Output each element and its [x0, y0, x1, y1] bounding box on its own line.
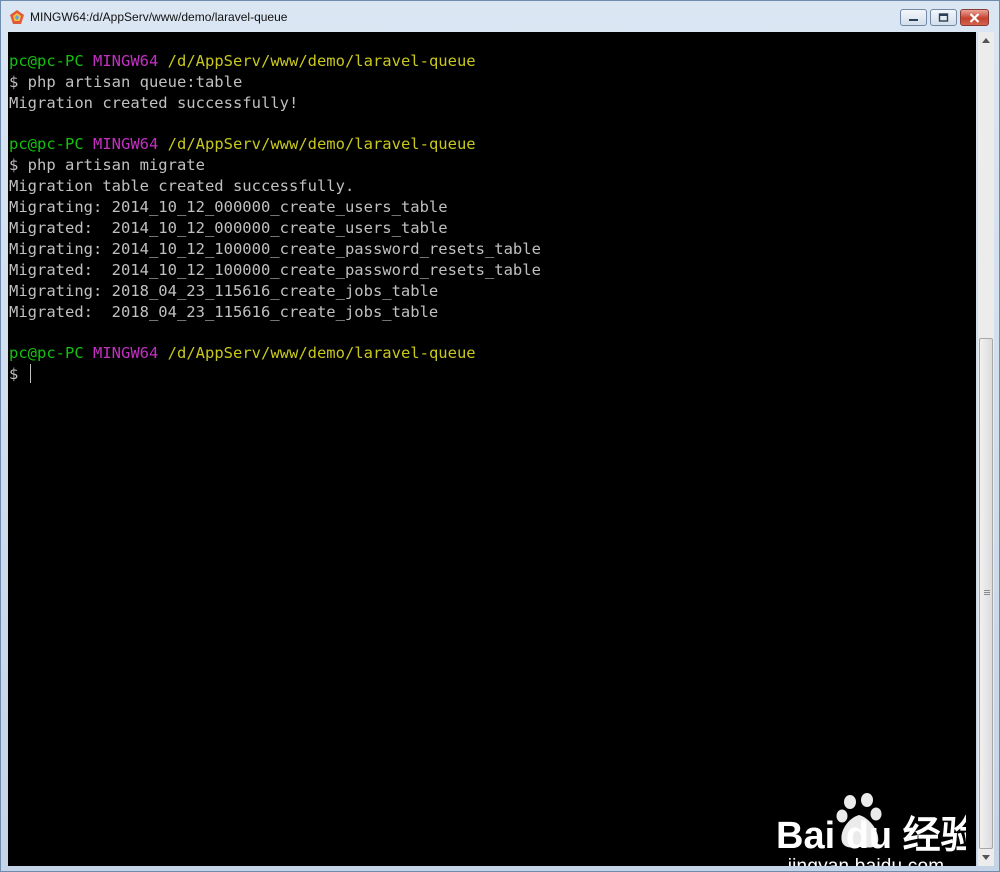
prompt-line: pc@pc-PC MINGW64 /d/AppServ/www/demo/lar… [9, 51, 476, 72]
prompt-path: /d/AppServ/www/demo/laravel-queue [167, 52, 476, 70]
thumb-grip [984, 594, 990, 595]
baidu-logo: Bai du 经验 [776, 793, 966, 856]
output-line: Migrating: 2014_10_12_000000_create_user… [9, 198, 448, 216]
arrow-down-icon [982, 855, 990, 860]
watermark-url: jingyan.baidu.com [776, 856, 956, 866]
thumb-grip [984, 590, 990, 591]
prompt-user-host: pc@pc-PC [9, 52, 84, 70]
prompt-system: MINGW64 [93, 135, 159, 153]
output-line: Migrating: 2018_04_23_115616_create_jobs… [9, 282, 439, 300]
output-line: Migrating: 2014_10_12_100000_create_pass… [9, 240, 541, 258]
thumb-grip [984, 592, 990, 593]
terminal-window: MINGW64:/d/AppServ/www/demo/laravel-queu… [0, 0, 1000, 872]
output-line: Migration created successfully! [9, 94, 299, 112]
title-bar[interactable]: MINGW64:/d/AppServ/www/demo/laravel-queu… [1, 1, 999, 33]
output-line: Migrated: 2014_10_12_100000_create_passw… [9, 261, 541, 279]
prompt-line: pc@pc-PC MINGW64 /d/AppServ/www/demo/lar… [9, 134, 476, 155]
maximize-icon [938, 13, 949, 22]
window-title: MINGW64:/d/AppServ/www/demo/laravel-queu… [30, 10, 288, 24]
prompt-user-host: pc@pc-PC [9, 135, 84, 153]
terminal-output[interactable]: pc@pc-PC MINGW64 /d/AppServ/www/demo/lar… [8, 32, 976, 866]
scrollbar-thumb[interactable] [979, 338, 993, 849]
arrow-up-icon [982, 38, 990, 43]
command-prompt: $ [9, 365, 28, 383]
scroll-down-button[interactable] [978, 849, 994, 866]
command-line: $ php artisan queue:table [9, 73, 243, 91]
close-icon [969, 12, 980, 23]
close-button[interactable] [960, 9, 989, 26]
output-line: Migrated: 2014_10_12_000000_create_users… [9, 219, 448, 237]
command-line: $ php artisan migrate [9, 156, 205, 174]
maximize-button[interactable] [930, 9, 957, 26]
output-line: Migration table created successfully. [9, 177, 355, 195]
svg-text:Bai du 经验: Bai du 经验 [776, 815, 966, 856]
minimize-icon [909, 19, 918, 21]
prompt-system: MINGW64 [93, 52, 159, 70]
prompt-line: pc@pc-PC MINGW64 /d/AppServ/www/demo/lar… [9, 343, 476, 364]
prompt-user-host: pc@pc-PC [9, 344, 84, 362]
prompt-system: MINGW64 [93, 344, 159, 362]
minimize-button[interactable] [900, 9, 927, 26]
scroll-up-button[interactable] [978, 32, 994, 49]
vertical-scrollbar[interactable] [977, 32, 994, 866]
active-command-line[interactable]: $ [9, 364, 31, 385]
baidu-jingyan-watermark: Bai du 经验 jingyan.baidu.com [776, 792, 966, 866]
output-line: Migrated: 2018_04_23_115616_create_jobs_… [9, 303, 439, 321]
prompt-path: /d/AppServ/www/demo/laravel-queue [167, 135, 476, 153]
mingw-app-icon [10, 10, 24, 24]
prompt-path: /d/AppServ/www/demo/laravel-queue [167, 344, 476, 362]
text-cursor [29, 364, 31, 383]
